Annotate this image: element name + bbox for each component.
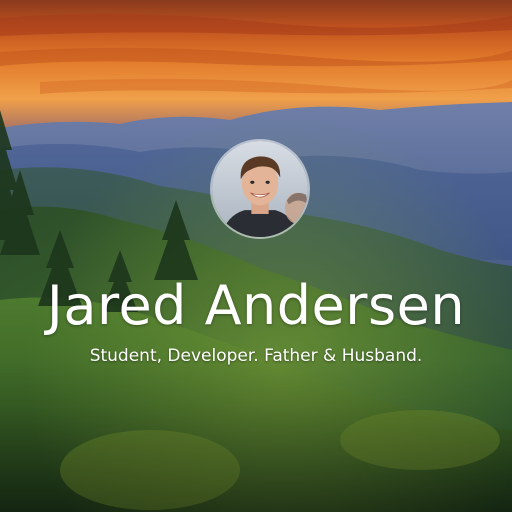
mountain-landscape-background xyxy=(0,0,512,512)
profile-tagline: Student, Developer. Father & Husband. xyxy=(89,346,423,366)
profile-avatar xyxy=(210,139,310,239)
profile-name: Jared Andersen xyxy=(46,274,466,337)
hero-section: Jared Andersen Student, Developer. Fathe… xyxy=(0,0,512,512)
avatar-portrait-image xyxy=(212,141,308,237)
